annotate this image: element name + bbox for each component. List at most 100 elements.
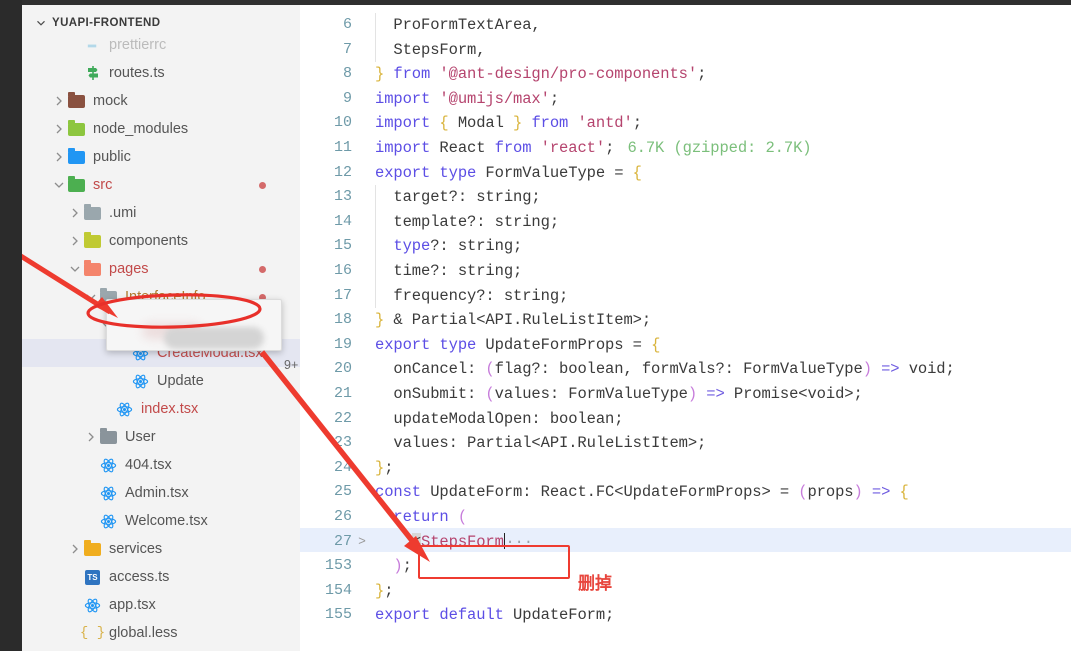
line-number: 13	[333, 188, 352, 206]
line-number: 22	[333, 409, 352, 427]
tree-item-label: app.tsx	[109, 596, 156, 613]
explorer-root-header[interactable]: YUAPI-FRONTEND	[22, 13, 300, 33]
code-line[interactable]: onCancel: (flag?: boolean, formVals?: Fo…	[375, 357, 954, 382]
tree-item-services[interactable]: services	[22, 535, 300, 563]
fold-chevron-icon[interactable]: >	[356, 530, 368, 555]
folder-glyph	[84, 203, 101, 220]
folder-glyph	[68, 147, 85, 164]
tree-item-update[interactable]: Update	[22, 367, 300, 395]
tree-item-index-tsx[interactable]: index.tsx	[22, 395, 300, 423]
line-number: 14	[333, 212, 352, 230]
chevron-down-icon[interactable]	[68, 262, 82, 276]
react-icon	[115, 400, 134, 419]
code-line[interactable]: StepsForm,	[375, 38, 485, 63]
line-number: 9	[342, 89, 352, 107]
typescript-icon: TS	[83, 568, 102, 587]
code-line[interactable]: import React from 'react';	[375, 136, 614, 161]
tree-item-global-less[interactable]: { } global.less	[22, 619, 300, 647]
line-number: 11	[333, 139, 352, 156]
chevron-right-icon[interactable]	[68, 234, 82, 248]
tree-item-access-ts[interactable]: TS access.ts	[22, 563, 300, 591]
chevron-down-icon[interactable]	[52, 178, 66, 192]
react-icon	[131, 372, 150, 391]
code-line[interactable]: onSubmit: (values: FormValueType) => Pro…	[375, 382, 862, 407]
code-line[interactable]: };	[375, 579, 394, 604]
chevron-down-icon[interactable]	[84, 290, 98, 304]
code-line[interactable]: time?: string;	[375, 259, 522, 284]
modified-indicator-dot	[259, 181, 266, 189]
tree-item-mock[interactable]: mock	[22, 87, 300, 115]
code-line[interactable]: const UpdateForm: React.FC<UpdateFormPro…	[375, 480, 909, 505]
line-number: 155	[324, 606, 352, 624]
line-number: 24	[333, 458, 352, 476]
react-icon	[99, 456, 118, 475]
react-icon	[99, 512, 118, 531]
code-line[interactable]: frequency?: string;	[375, 284, 568, 309]
tree-item-label: Admin.tsx	[125, 484, 189, 501]
tree-item-admin-tsx[interactable]: Admin.tsx	[22, 479, 300, 507]
code-line[interactable]: target?: string;	[375, 185, 540, 210]
code-line[interactable]: return (	[375, 505, 467, 530]
tree-item-user[interactable]: User	[22, 423, 300, 451]
braces-glyph: { }	[79, 625, 106, 641]
code-line[interactable]: type?: string;	[375, 234, 522, 259]
file-explorer-sidebar[interactable]: YUAPI-FRONTEND prettierrc routes.ts mock no…	[22, 5, 300, 651]
chevron-right-icon[interactable]	[52, 150, 66, 164]
folder-icon	[67, 175, 86, 195]
chevron-right-icon[interactable]	[84, 430, 98, 444]
code-line[interactable]: export type UpdateFormProps = {	[375, 333, 660, 358]
tree-item-public[interactable]: public	[22, 143, 300, 171]
chevron-right-icon[interactable]	[68, 206, 82, 220]
code-line[interactable]: } from '@ant-design/pro-components';	[375, 62, 706, 87]
code-line[interactable]: ProFormTextArea,	[375, 13, 540, 38]
routes-file-icon	[83, 64, 102, 83]
tree-item-label: global.less	[109, 624, 178, 641]
code-line[interactable]: export default UpdateForm;	[375, 603, 614, 628]
code-line[interactable]: export type FormValueType = {	[375, 161, 642, 186]
bundle-size-hint: 6.7K (gzipped: 2.7K)	[627, 139, 812, 157]
code-line[interactable]: );	[375, 554, 412, 579]
tree-item-pages[interactable]: pages	[22, 255, 300, 283]
tree-item-global-tsx[interactable]: global.tsx	[22, 647, 300, 651]
code-content[interactable]: 6 ProFormTextArea, 7 StepsForm, 8} from '@…	[300, 5, 1071, 651]
tree-item-label: components	[109, 232, 188, 249]
file-icon	[83, 36, 102, 55]
chevron-right-icon[interactable]	[68, 542, 82, 556]
tree-item-routes-ts[interactable]: routes.ts	[22, 59, 300, 87]
app-root: YUAPI-FRONTEND prettierrc routes.ts mock no…	[0, 0, 1071, 651]
blur-smudge-primary	[164, 327, 264, 349]
code-line[interactable]: values: Partial<API.RuleListItem>;	[375, 431, 706, 456]
code-line[interactable]: } & Partial<API.RuleListItem>;	[375, 308, 651, 333]
line-number: 20	[333, 360, 352, 378]
tree-item-label: services	[109, 540, 163, 557]
folder-icon	[99, 427, 118, 447]
code-editor[interactable]: 6 ProFormTextArea, 7 StepsForm, 8} from '@…	[300, 5, 1071, 651]
tree-item-404-tsx[interactable]: 404.tsx	[22, 451, 300, 479]
folder-icon	[67, 119, 86, 139]
tree-item-label: prettierrc	[109, 36, 167, 53]
tree-item-welcome-tsx[interactable]: Welcome.tsx	[22, 507, 300, 535]
tree-item-src[interactable]: src	[22, 171, 300, 199]
code-line[interactable]: import '@umijs/max';	[375, 87, 559, 112]
tree-item-node-modules[interactable]: node_modules	[22, 115, 300, 143]
annotation-delete-label: 删掉	[578, 574, 612, 594]
code-line[interactable]: import { Modal } from 'antd';	[375, 111, 642, 136]
tree-item-label: mock	[93, 92, 128, 109]
explorer-root-label: YUAPI-FRONTEND	[52, 17, 161, 29]
window-left-edge	[0, 0, 22, 651]
folder-glyph	[100, 427, 117, 444]
chevron-right-icon[interactable]	[52, 94, 66, 108]
line-number: 23	[333, 434, 352, 452]
tree-item-prettierrc[interactable]: prettierrc	[22, 31, 300, 59]
folder-icon	[83, 203, 102, 223]
code-line[interactable]: };	[375, 456, 394, 481]
line-number: 10	[333, 114, 352, 132]
code-line[interactable]: template?: string;	[375, 210, 559, 235]
chevron-right-icon[interactable]	[52, 122, 66, 136]
code-line[interactable]: updateModalOpen: boolean;	[375, 407, 623, 432]
tree-item-label: access.ts	[109, 568, 170, 585]
tree-item-app-tsx[interactable]: app.tsx	[22, 591, 300, 619]
tree-item-components[interactable]: components	[22, 227, 300, 255]
tree-item--umi[interactable]: .umi	[22, 199, 300, 227]
line-number: 17	[333, 286, 352, 304]
